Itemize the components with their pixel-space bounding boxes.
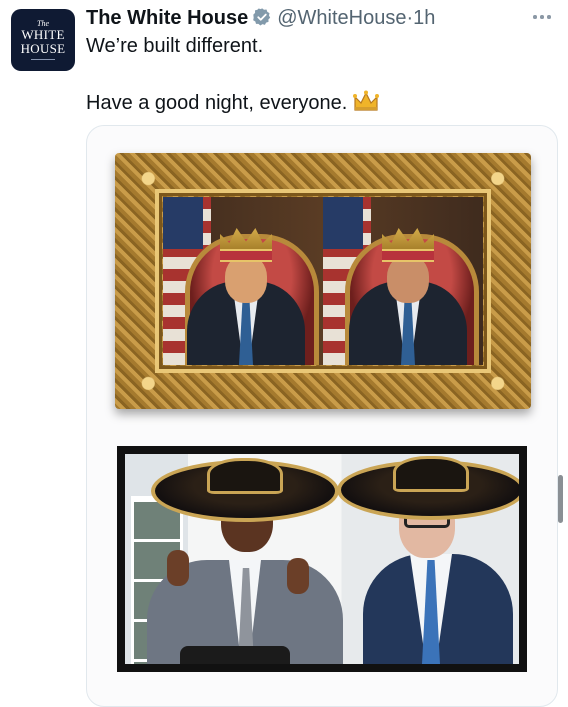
more-options-icon[interactable]	[530, 8, 554, 24]
sombrero-right-crown	[393, 456, 469, 492]
crown-icon	[353, 90, 380, 118]
account-name[interactable]: The White House	[86, 7, 248, 29]
tweet-text-line-1: We’re built different.	[86, 35, 264, 57]
person-left-hand-right	[287, 558, 309, 594]
account-handle[interactable]: @WhiteHouse	[277, 7, 406, 29]
tweet-time[interactable]: 1h	[413, 7, 435, 29]
person-left-hand-left	[167, 550, 189, 586]
avatar-rule	[31, 59, 55, 60]
sombrero-left-crown	[207, 458, 283, 494]
tweet-header: The White House @WhiteHouse·1h	[86, 7, 435, 31]
scrollbar-thumb[interactable]	[558, 475, 563, 523]
media-card[interactable]	[86, 125, 558, 707]
press-photo-scene	[125, 454, 519, 664]
frame-inner-border	[155, 189, 491, 373]
verified-badge-icon	[252, 7, 272, 33]
account-avatar[interactable]: The WHITE HOUSE	[11, 9, 75, 71]
microphones	[180, 646, 290, 664]
gold-frame-image[interactable]	[115, 153, 531, 409]
tweet-text-line-2-text: Have a good night, everyone.	[86, 92, 348, 114]
tweet-text-line-2: Have a good night, everyone.	[86, 90, 380, 118]
avatar-line-3: HOUSE	[20, 41, 66, 56]
press-photo[interactable]	[117, 446, 527, 672]
